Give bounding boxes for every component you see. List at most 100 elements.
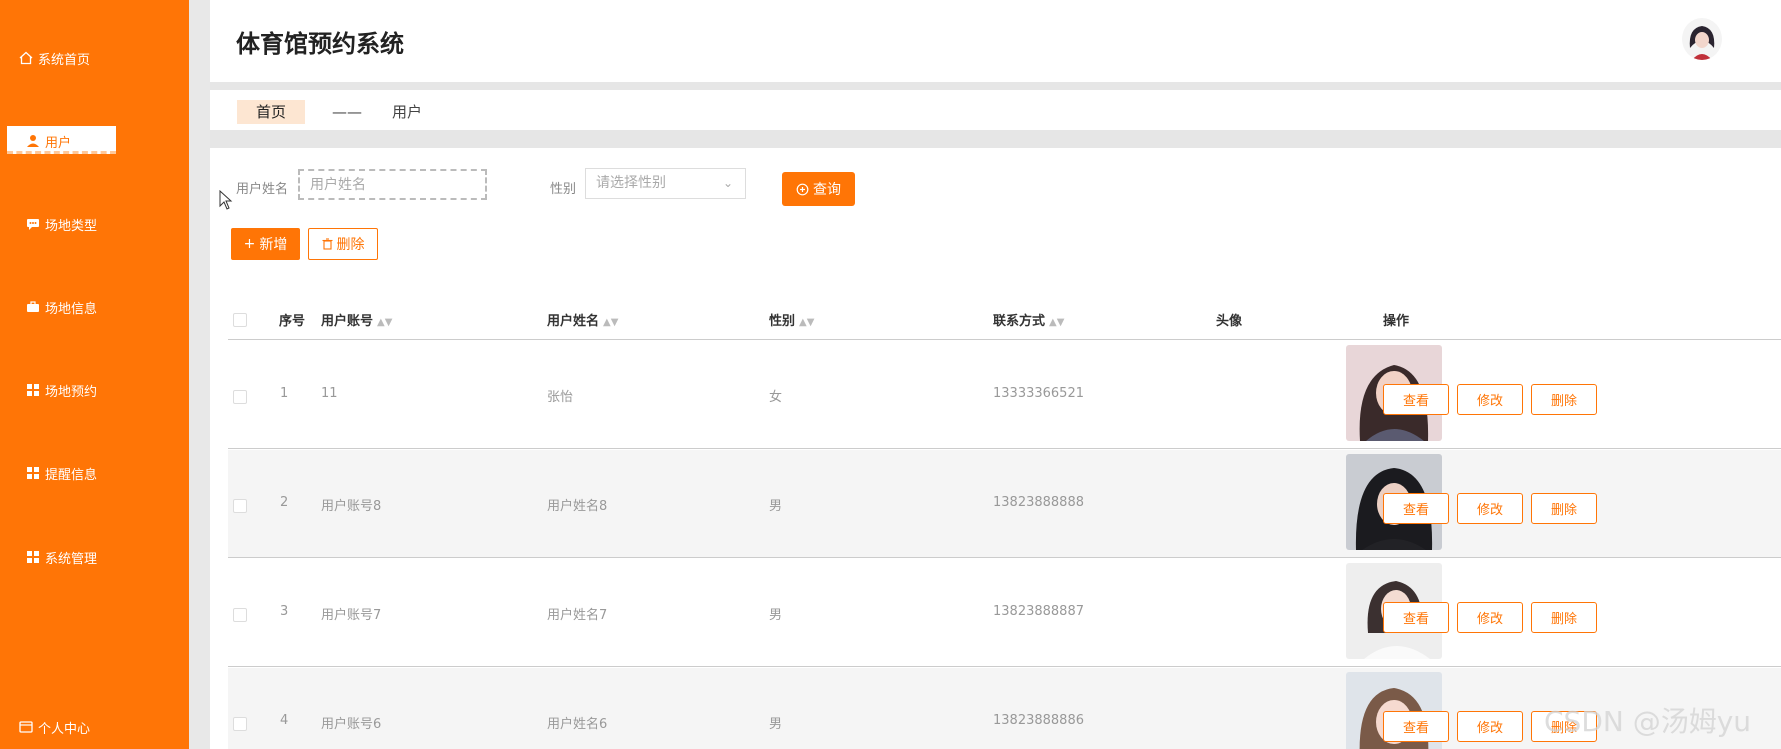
- sidebar-item-venue-type[interactable]: 场地类型: [25, 209, 214, 239]
- row-index: 4: [280, 713, 289, 728]
- chat-icon: [25, 216, 41, 232]
- sort-icon[interactable]: ▲▼: [603, 317, 618, 328]
- briefcase-icon: [25, 299, 41, 315]
- row-name: 用户姓名8: [547, 499, 608, 514]
- select-all-checkbox[interactable]: [233, 313, 247, 327]
- sidebar-item-system[interactable]: 系统管理: [25, 542, 214, 572]
- column-header-label: 用户姓名: [547, 314, 600, 329]
- breadcrumb: 首页 —— 用户: [210, 90, 1781, 130]
- view-button[interactable]: 查看: [1383, 493, 1449, 524]
- table-row: 2 用户账号8 用户姓名8 男 13823888888 查看 修改 删除: [228, 450, 1781, 558]
- search-icon: [796, 183, 809, 196]
- edit-button[interactable]: 修改: [1457, 493, 1523, 524]
- table-row: 3 用户账号7 用户姓名7 男 13823888887 查看 修改 删除: [228, 559, 1781, 667]
- id-card-icon: [18, 719, 34, 735]
- query-button[interactable]: 查询: [782, 172, 855, 206]
- sidebar-item-label: 系统管理: [45, 551, 98, 567]
- plus-icon: +: [243, 236, 256, 252]
- row-checkbox[interactable]: [233, 717, 247, 731]
- row-sex: 女: [769, 390, 783, 405]
- watermark: CSDN @汤姆yu: [1544, 705, 1752, 738]
- column-header-label: 联系方式: [993, 314, 1046, 329]
- column-header-name[interactable]: 用户姓名 ▲▼: [547, 310, 618, 329]
- column-header-sex[interactable]: 性别 ▲▼: [769, 310, 814, 329]
- sex-select[interactable]: 请选择性别 ⌄: [585, 168, 746, 199]
- main-content: 用户姓名 用户姓名 性别 请选择性别 ⌄ 查询 + 新增 删除 序号 用户账号 ▲…: [210, 148, 1781, 749]
- sidebar-item-label: 提醒信息: [45, 467, 98, 483]
- sidebar-shadow: [189, 0, 210, 749]
- sidebar-item-home[interactable]: 系统首页: [18, 43, 207, 73]
- edit-button[interactable]: 修改: [1457, 602, 1523, 633]
- row-phone: 13823888886: [993, 713, 1084, 728]
- sidebar-item-reminder[interactable]: 提醒信息: [25, 458, 214, 488]
- sidebar-item-venue-info[interactable]: 场地信息: [25, 292, 214, 322]
- chevron-down-icon: ⌄: [722, 176, 733, 190]
- row-index: 1: [280, 386, 289, 401]
- row-name: 用户姓名7: [547, 608, 608, 623]
- view-button[interactable]: 查看: [1383, 384, 1449, 415]
- column-header-account[interactable]: 用户账号 ▲▼: [321, 310, 392, 329]
- row-account: 11: [321, 386, 338, 401]
- add-button[interactable]: + 新增: [231, 228, 300, 260]
- sidebar-item-label: 场地类型: [45, 218, 98, 234]
- row-checkbox[interactable]: [233, 499, 247, 513]
- sort-icon[interactable]: ▲▼: [799, 317, 814, 328]
- batch-delete-label: 删除: [336, 237, 365, 253]
- user-icon: [25, 133, 41, 149]
- breadcrumb-current: 用户: [392, 103, 423, 121]
- sidebar-item-label: 场地预约: [45, 384, 98, 400]
- sidebar-item-label: 场地信息: [45, 301, 98, 317]
- mouse-cursor-icon: [219, 189, 233, 214]
- delete-button[interactable]: 删除: [1531, 602, 1597, 633]
- view-button[interactable]: 查看: [1383, 602, 1449, 633]
- avatar[interactable]: [1682, 18, 1722, 60]
- row-sex: 男: [769, 499, 783, 514]
- divider: [210, 82, 1781, 90]
- sidebar-item-user[interactable]: 用户: [0, 126, 189, 156]
- batch-delete-button[interactable]: 删除: [308, 228, 378, 260]
- name-search-input[interactable]: 用户姓名: [298, 169, 487, 200]
- sidebar-item-label: 系统首页: [38, 52, 91, 68]
- sidebar-item-booking[interactable]: 场地预约: [25, 375, 214, 405]
- sidebar-item-profile[interactable]: 个人中心: [18, 712, 207, 742]
- row-index: 3: [280, 604, 289, 619]
- grid-icon: [25, 382, 41, 398]
- row-sex: 男: [769, 608, 783, 623]
- breadcrumb-home[interactable]: 首页: [237, 100, 305, 124]
- row-checkbox[interactable]: [233, 608, 247, 622]
- row-account: 用户账号7: [321, 608, 382, 623]
- row-checkbox[interactable]: [233, 390, 247, 404]
- row-sex: 男: [769, 717, 783, 732]
- column-header-label: 用户账号: [321, 314, 374, 329]
- column-header-phone[interactable]: 联系方式 ▲▼: [993, 310, 1064, 329]
- divider: [210, 130, 1781, 148]
- row-phone: 13823888888: [993, 495, 1084, 510]
- header: 体育馆预约系统: [210, 0, 1781, 82]
- column-header-avatar: 头像: [1216, 314, 1243, 329]
- trash-icon: [322, 238, 333, 250]
- name-search-label: 用户姓名: [236, 182, 289, 197]
- grid-icon: [25, 465, 41, 481]
- breadcrumb-separator: ——: [332, 103, 362, 121]
- table-header: 序号 用户账号 ▲▼ 用户姓名 ▲▼ 性别 ▲▼ 联系方式 ▲▼ 头像 操作: [228, 298, 1781, 340]
- row-account: 用户账号8: [321, 499, 382, 514]
- delete-button[interactable]: 删除: [1531, 384, 1597, 415]
- name-search-placeholder: 用户姓名: [310, 177, 366, 193]
- view-button[interactable]: 查看: [1383, 711, 1449, 742]
- row-account: 用户账号6: [321, 717, 382, 732]
- table-row: 1 11 张怡 女 13333366521 查看 修改 删除: [228, 341, 1781, 449]
- row-phone: 13333366521: [993, 386, 1084, 401]
- column-header-index: 序号: [279, 314, 306, 329]
- sidebar-item-label: 个人中心: [38, 721, 91, 737]
- sidebar: 系统首页 用户 场地类型 场地信息 场地预约 提醒信息 系统管理 个人中心: [0, 0, 189, 749]
- app-title: 体育馆预约系统: [236, 30, 404, 58]
- delete-button[interactable]: 删除: [1531, 493, 1597, 524]
- sort-icon[interactable]: ▲▼: [377, 317, 392, 328]
- row-name: 用户姓名6: [547, 717, 608, 732]
- home-icon: [18, 50, 34, 66]
- row-index: 2: [280, 495, 289, 510]
- edit-button[interactable]: 修改: [1457, 384, 1523, 415]
- sort-icon[interactable]: ▲▼: [1049, 317, 1064, 328]
- add-button-label: 新增: [259, 237, 288, 253]
- edit-button[interactable]: 修改: [1457, 711, 1523, 742]
